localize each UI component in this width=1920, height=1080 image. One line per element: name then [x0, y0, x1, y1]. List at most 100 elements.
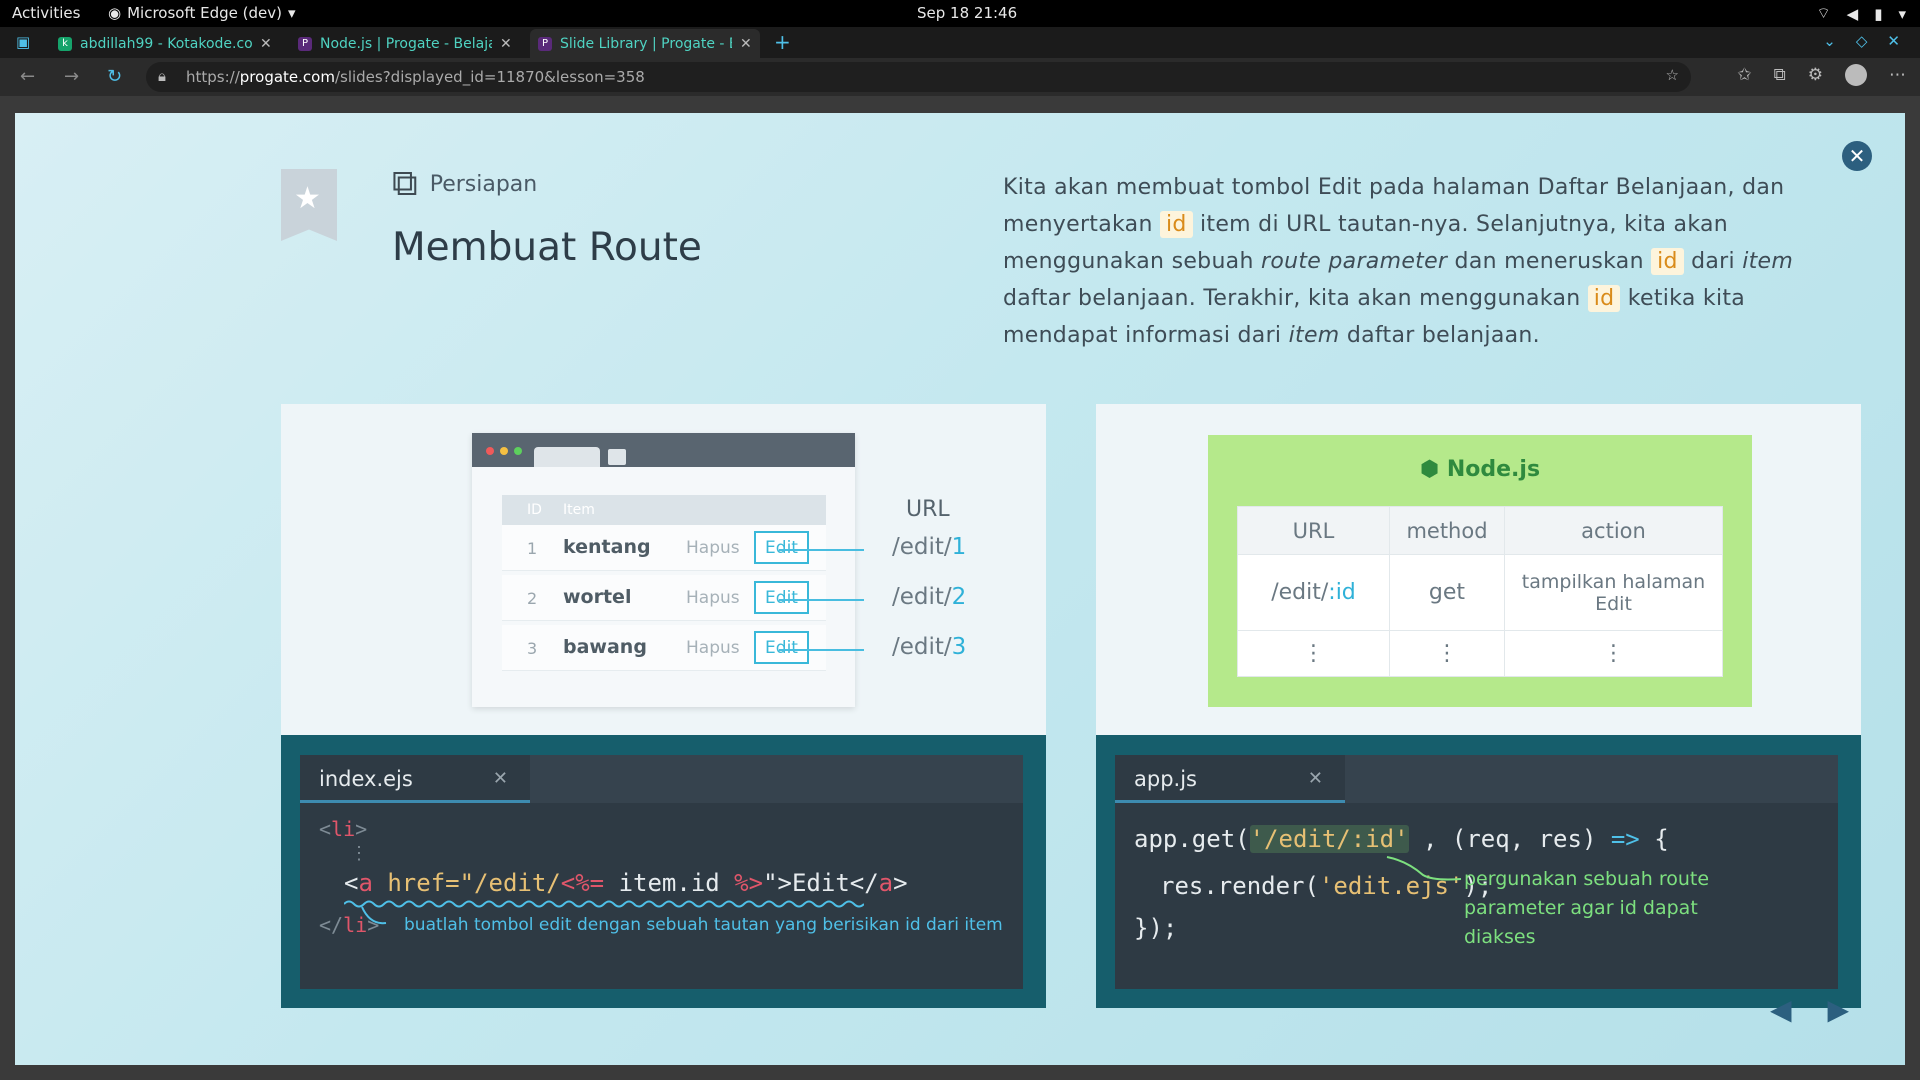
collections-icon[interactable]: ⧉ [1774, 65, 1786, 85]
url-prefix: https:// [186, 68, 240, 86]
table-row: 1 kentang Hapus Edit [502, 525, 826, 571]
battery-icon: ▮ [1874, 4, 1883, 23]
edit-button: Edit [754, 581, 809, 614]
more-menu-icon[interactable]: ⋯ [1889, 65, 1906, 85]
system-tray[interactable]: ⌔ ◀ ▮ ▾ [1817, 4, 1906, 23]
slide-title: Membuat Route [392, 225, 702, 270]
profile-avatar[interactable] [1845, 64, 1867, 86]
code-editor: app.js ✕ app.get('/edit/:id' , (req, res)… [1115, 755, 1838, 989]
previous-slide-button[interactable]: ◀ [1770, 993, 1792, 1026]
tab-kotakode[interactable]: k abdillah99 - Kotakode.co ✕ [50, 29, 280, 58]
slide-navigation: ◀ ▶ [1770, 993, 1849, 1026]
url-value: /edit/1 [892, 534, 967, 560]
app-js-panel: app.js ✕ app.get('/edit/:id' , (req, res)… [1096, 735, 1861, 1008]
nodejs-title: ⬢ Node.js [1419, 457, 1541, 482]
app-menu[interactable]: ◉ Microsoft Edge (dev) ▾ [108, 4, 296, 22]
editor-tab-app-js[interactable]: app.js ✕ [1115, 755, 1345, 803]
volume-icon: ◀ [1846, 4, 1859, 23]
connector-line [779, 599, 864, 601]
external-link-icon: ⧉ [392, 163, 418, 204]
tab-title: Node.js | Progate - Belaja [320, 35, 492, 52]
annotation-app: pergunakan sebuah route parameter agar i… [1464, 868, 1710, 948]
favorites-icon[interactable]: ✩ [1737, 65, 1751, 85]
window-controls[interactable]: ⌄ ◇ ✕ [1823, 32, 1900, 50]
next-slide-button[interactable]: ▶ [1828, 993, 1850, 1026]
mock-table-header: ID Item [502, 495, 826, 525]
address-bar-row: ← → ↻ 🔒︎ https://progate.com/slides?disp… [0, 58, 1920, 96]
restore-icon: ◇ [1855, 32, 1868, 50]
edit-button: Edit [754, 631, 809, 664]
dot-green [514, 447, 522, 455]
annotation-index: buatlah tombol edit dengan sebuah tautan… [404, 915, 1003, 935]
connector-line [779, 549, 864, 551]
wavy-underline [344, 900, 864, 908]
chevron-down-icon: ▾ [287, 4, 296, 22]
code-ellipsis: ⋮ [350, 843, 368, 864]
url-value: /edit/3 [892, 634, 967, 660]
dot-yellow [500, 447, 508, 455]
slide-modal: ✕ ★ ⧉ Persiapan Membuat Route Kita akan … [15, 113, 1905, 1065]
tab-nodejs-progate[interactable]: P Node.js | Progate - Belaja ✕ [290, 29, 520, 58]
dot-red [486, 447, 494, 455]
wifi-icon: ⌔ [1816, 4, 1831, 22]
progate-favicon: P [298, 36, 312, 51]
table-row: 2 wortel Hapus Edit [502, 575, 826, 621]
code-editor: index.ejs ✕ <li> ⋮ <a href="/edit/<%= ite… [300, 755, 1023, 989]
header-id: ID [527, 502, 542, 518]
back-button[interactable]: ← [20, 66, 35, 87]
tab-title: abdillah99 - Kotakode.co [80, 35, 252, 52]
system-top-bar: Activities ◉ Microsoft Edge (dev) ▾ Sep 18… [0, 0, 1920, 27]
slide-category: ⧉ Persiapan [392, 163, 537, 205]
routes-table: URL method action /edit/:id get tampilkan ha… [1237, 506, 1723, 677]
tab-slide-library[interactable]: P Slide Library | Progate - B ✕ [530, 29, 760, 58]
close-icon: ✕ [1307, 768, 1323, 789]
reload-button[interactable]: ↻ [107, 66, 122, 87]
new-tab-button[interactable]: + [774, 30, 791, 54]
forward-button[interactable]: → [64, 66, 79, 87]
edit-button: Edit [754, 531, 809, 564]
url-host: progate.com [239, 68, 335, 86]
tab-strip: ▣ k abdillah99 - Kotakode.co ✕ P Node.js… [0, 27, 1920, 58]
code-line: app.get('/edit/:id' , (req, res) => { [1134, 825, 1669, 853]
bookmark-icon[interactable]: ★ [281, 169, 337, 241]
table-row: 3 bawang Hapus Edit [502, 625, 826, 671]
url-field[interactable]: 🔒︎ https://progate.com/slides?displayed_… [146, 62, 1691, 92]
nodejs-logo-icon: ⬢ [1419, 457, 1440, 482]
header-item: Item [563, 502, 595, 518]
slide-description: Kita akan membuat tombol Edit pada halam… [1003, 175, 1794, 348]
close-tab-icon[interactable]: ✕ [740, 36, 752, 52]
toolbar-icons: ✩ ⧉ ⚙ ⋯ [1737, 64, 1906, 86]
close-tab-icon[interactable]: ✕ [260, 36, 272, 52]
power-menu-icon: ▾ [1898, 4, 1906, 23]
clock[interactable]: Sep 18 21:46 [917, 4, 1017, 22]
app-name: Microsoft Edge (dev) [127, 4, 282, 22]
code-line: <li> [319, 817, 368, 841]
nodejs-box: ⬢ Node.js URL method action /edit/:id get ta… [1208, 435, 1752, 707]
annotation-connector [361, 906, 387, 925]
edge-icon: ◉ [108, 4, 122, 22]
connector-line [779, 649, 864, 651]
mock-tab [534, 447, 600, 467]
category-label: Persiapan [429, 171, 538, 197]
kotakode-favicon: k [58, 36, 72, 51]
annotation-connector [1386, 856, 1462, 881]
url-value: /edit/2 [892, 584, 967, 610]
url-column-label: URL [906, 497, 950, 522]
mock-browser-bar [472, 433, 855, 467]
activities-button[interactable]: Activities [12, 4, 80, 22]
progate-favicon: P [538, 36, 552, 51]
close-tab-icon[interactable]: ✕ [500, 36, 512, 52]
browser-mockup: ID Item 1 kentang Hapus Edit 2 wortel Hapus Ed… [472, 433, 855, 707]
tab-actions-icon[interactable]: ▣ [16, 33, 30, 51]
extensions-icon[interactable]: ⚙ [1808, 65, 1823, 85]
close-window-icon: ✕ [1887, 32, 1900, 50]
close-slide-button[interactable]: ✕ [1842, 141, 1872, 171]
code-line: <a href="/edit/<%= item.id %>">Edit</a> [344, 869, 908, 897]
index-ejs-panel: index.ejs ✕ <li> ⋮ <a href="/edit/<%= ite… [281, 735, 1046, 1008]
add-favorite-icon[interactable]: ☆ [1666, 66, 1679, 84]
editor-tab-index-ejs[interactable]: index.ejs ✕ [300, 755, 530, 803]
star-icon: ★ [294, 181, 321, 216]
code-line: }); [1134, 914, 1178, 942]
lock-icon: 🔒︎ [158, 67, 166, 85]
chevron-down-icon: ⌄ [1823, 32, 1836, 50]
